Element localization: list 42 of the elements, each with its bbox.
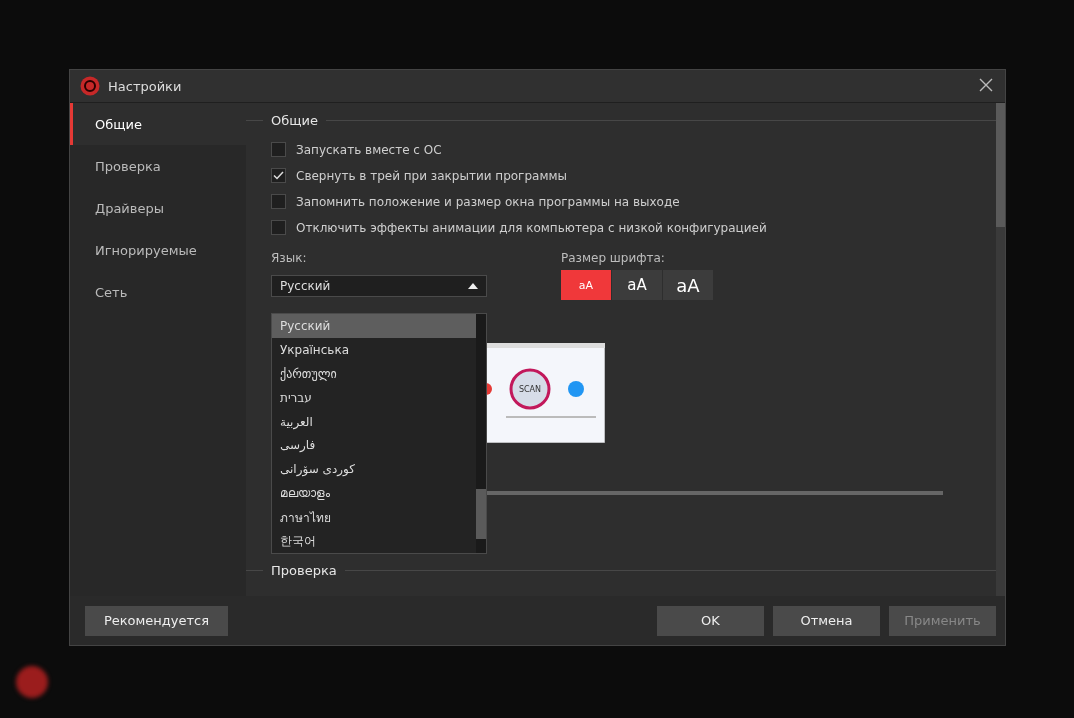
checkbox[interactable]	[271, 220, 286, 235]
checkbox[interactable]	[271, 142, 286, 157]
language-dropdown[interactable]: Русский	[271, 275, 487, 297]
sidebar-item[interactable]: Сеть	[70, 271, 246, 313]
language-option[interactable]: മലയാളം	[272, 481, 476, 506]
language-option[interactable]: ภาษาไทย	[272, 505, 476, 530]
font-size-button[interactable]: aA	[612, 270, 662, 300]
field-label: Размер шрифта:	[561, 251, 666, 265]
sidebar-item[interactable]: Проверка	[70, 145, 246, 187]
scrollbar[interactable]	[476, 314, 486, 553]
dialog-button[interactable]: Рекомендуется	[85, 605, 228, 636]
language-option[interactable]: العربية	[272, 409, 476, 434]
field-label: Язык:	[271, 251, 308, 265]
language-option[interactable]: Українська	[272, 337, 476, 362]
checkbox-label: Запомнить положение и размер окна программы на выходе	[296, 194, 680, 209]
section-heading: Проверка	[271, 563, 337, 578]
window-title: Настройки	[108, 78, 182, 94]
language-option[interactable]: کوردی سۆرانی	[272, 457, 476, 482]
checkbox-label: Отключить эффекты анимации для компьютера с низкой конфигурацией	[296, 220, 767, 235]
close-button[interactable]	[979, 78, 995, 94]
language-option[interactable]: 한국어	[272, 529, 476, 554]
section-heading: Общие	[271, 113, 318, 128]
checkbox[interactable]	[271, 194, 286, 209]
sidebar-item[interactable]: Драйверы	[70, 187, 246, 229]
app-logo-icon	[16, 666, 48, 698]
language-option[interactable]: فارسی	[272, 433, 476, 458]
checkbox-label: Свернуть в трей при закрытии программы	[296, 168, 567, 183]
app-logo-icon	[80, 76, 100, 96]
checkbox-label: Запускать вместе с ОС	[296, 142, 442, 157]
checkbox[interactable]	[271, 168, 286, 183]
language-option[interactable]: Русский	[272, 314, 476, 338]
language-option[interactable]: ქართული	[272, 361, 476, 386]
dialog-button[interactable]: OK	[657, 605, 764, 636]
dialog-button[interactable]: Отмена	[773, 605, 880, 636]
font-size-button[interactable]: aA	[663, 270, 713, 300]
sidebar-item[interactable]: Игнорируемые	[70, 229, 246, 271]
font-size-button[interactable]: aA	[561, 270, 611, 300]
scrollbar[interactable]	[996, 103, 1005, 596]
sidebar-item[interactable]: Общие	[70, 103, 246, 145]
theme-preview[interactable]: SCAN	[486, 343, 605, 443]
language-option[interactable]: עברית	[272, 385, 476, 410]
caret-icon	[468, 283, 478, 289]
